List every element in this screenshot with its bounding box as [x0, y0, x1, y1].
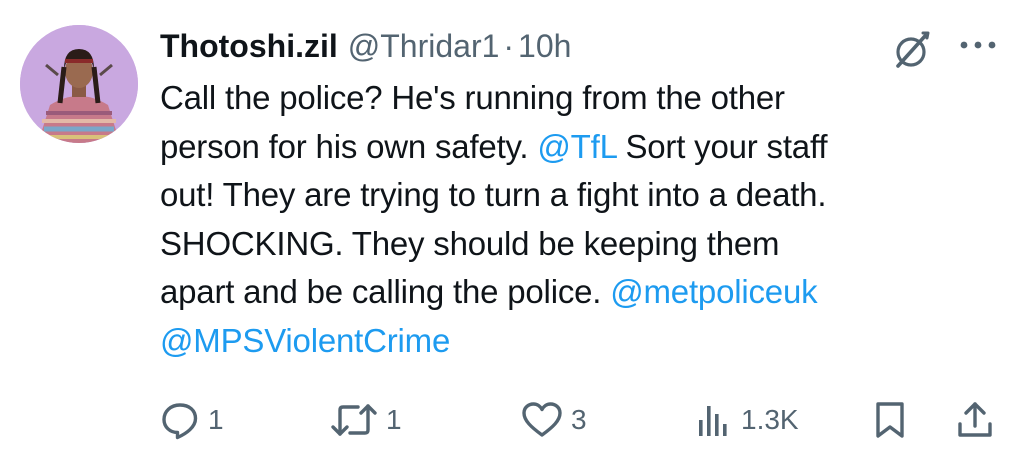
mention-link-mpsviolentcrime[interactable]: @MPSViolentCrime [160, 322, 450, 359]
like-count: 3 [571, 404, 587, 435]
views-button[interactable]: 1.3K [695, 395, 799, 445]
retweet-button[interactable]: 1 [330, 395, 402, 445]
text-segment: apart and be calling the police. [160, 273, 611, 310]
views-count: 1.3K [741, 404, 799, 435]
tweet[interactable]: Thotoshi.zil @Thridar1 · 10h Call the po… [0, 0, 1024, 469]
tweet-text-line: out! They are trying to turn a fight int… [160, 176, 827, 213]
heart-icon [522, 402, 562, 437]
tweet-time[interactable]: 10h [518, 22, 571, 70]
tweet-header: Thotoshi.zil @Thridar1 · 10h [160, 22, 571, 70]
bookmark-button[interactable] [870, 395, 910, 445]
tweet-text-line: @MPSViolentCrime [160, 317, 1010, 366]
tweet-text-line: person for his own safety. @TfL Sort you… [160, 123, 1010, 172]
tweet-text: Call the police? He's running from the o… [160, 74, 1010, 365]
reply-button[interactable]: 1 [160, 395, 224, 445]
tweet-text-line: apart and be calling the police. @metpol… [160, 268, 1010, 317]
display-name[interactable]: Thotoshi.zil [160, 22, 338, 70]
grok-icon[interactable] [890, 30, 932, 72]
avatar-image [20, 25, 138, 143]
mention-link-tfl[interactable]: @TfL [537, 128, 616, 165]
user-handle[interactable]: @Thridar1 [348, 22, 500, 70]
reply-icon [162, 403, 198, 440]
bookmark-icon [876, 402, 904, 438]
more-icon[interactable] [958, 36, 998, 54]
retweet-icon [331, 404, 377, 436]
text-segment: person for his own safety. [160, 127, 538, 165]
like-button[interactable]: 3 [521, 395, 587, 445]
user-avatar[interactable] [20, 25, 138, 143]
tweet-text-line: SHOCKING. They should be keeping them [160, 224, 780, 262]
views-chart-icon [699, 406, 727, 436]
share-button[interactable] [955, 395, 995, 445]
action-bar: 1 1 3 1.3K [0, 395, 1024, 445]
share-icon [958, 402, 992, 437]
separator-dot: · [503, 28, 515, 64]
reply-count: 1 [208, 404, 224, 435]
text-segment: Sort your staff [616, 127, 828, 165]
retweet-count: 1 [386, 404, 402, 435]
tweet-text-line: Call the police? He's running from the o… [160, 79, 785, 116]
mention-link-metpoliceuk[interactable]: @metpoliceuk [610, 273, 817, 310]
